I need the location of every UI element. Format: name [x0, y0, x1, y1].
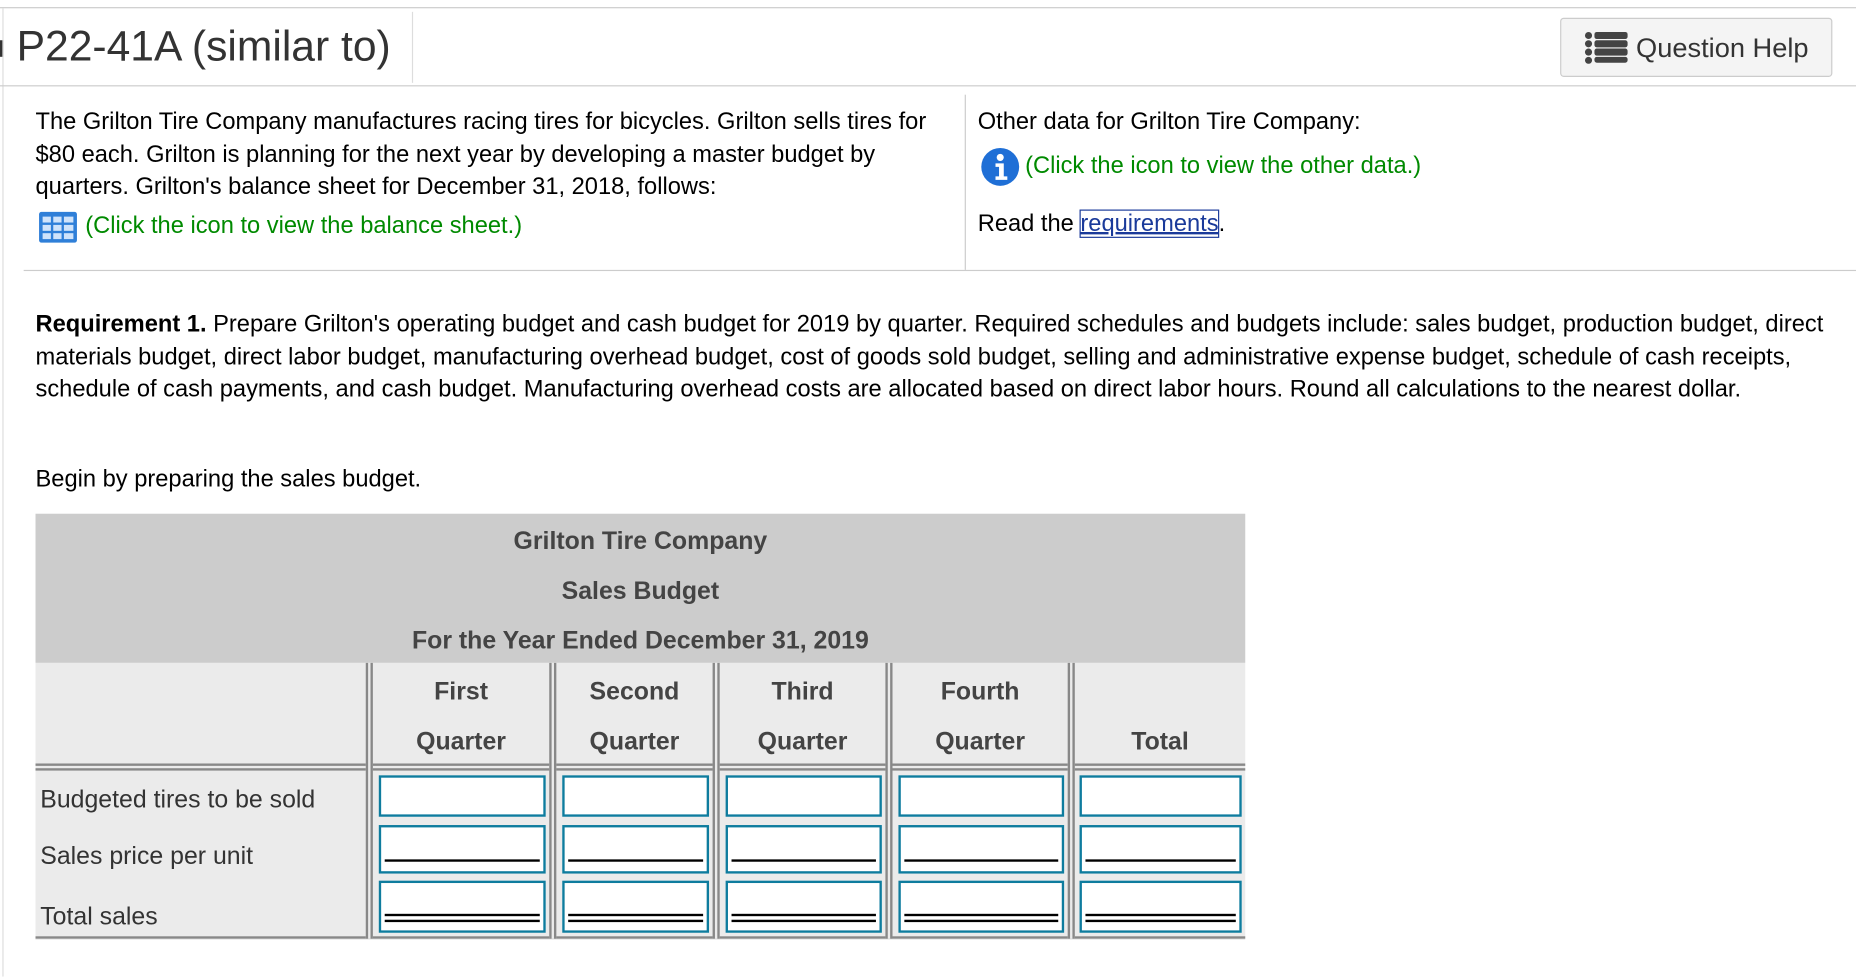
balance-sheet-link-text[interactable]: (Click the icon to view the balance shee… — [85, 211, 522, 244]
col-second-bottom: Quarter — [589, 727, 680, 756]
column-divider — [712, 662, 720, 939]
row-label-price: Sales price per unit — [40, 842, 254, 871]
col-total-bottom: Total — [1131, 727, 1189, 756]
col-fourth-bottom: Quarter — [935, 727, 1025, 756]
question-help-button[interactable]: Question Help — [1560, 17, 1833, 77]
col-first-bottom: Quarter — [416, 727, 506, 756]
input-tires-col1[interactable] — [378, 775, 546, 817]
table-grid-icon — [39, 211, 77, 243]
input-total-sales-col5[interactable] — [1079, 880, 1242, 933]
requirement-body: Prepare Grilton's operating budget and c… — [35, 311, 1824, 403]
column-divider — [365, 662, 373, 939]
input-price-col4[interactable] — [898, 825, 1065, 874]
other-data-label: Other data for Grilton Tire Company: — [977, 108, 1361, 135]
question-help-label: Question Help — [1636, 31, 1809, 63]
budget-name: Sales Budget — [561, 577, 720, 605]
input-tires-col4[interactable] — [898, 775, 1065, 817]
top-divider — [0, 7, 1856, 9]
intro-text: The Grilton Tire Company manufactures ra… — [35, 108, 927, 201]
list-icon — [1585, 31, 1628, 64]
page: P22-41A (similar to) Question Help The G… — [0, 0, 1856, 977]
row-label-total-sales: Total sales — [40, 903, 158, 931]
intro-bottom-divider — [23, 269, 1856, 272]
input-total-sales-col3[interactable] — [725, 880, 882, 933]
requirement-text: Requirement 1. Prepare Grilton's operati… — [36, 309, 1847, 407]
input-tires-col5[interactable] — [1079, 775, 1242, 817]
bottom-rule — [35, 936, 1246, 939]
header-divider — [0, 85, 1856, 87]
input-price-col2[interactable] — [562, 825, 710, 874]
budget-period: For the Year Ended December 31, 2019 — [411, 627, 869, 655]
input-total-sales-col4[interactable] — [898, 880, 1065, 933]
col-second-top: Second — [589, 678, 680, 706]
balance-sheet-link[interactable]: (Click the icon to view the balance shee… — [38, 211, 522, 244]
input-tires-col2[interactable] — [562, 775, 710, 817]
left-border — [2, 8, 4, 977]
input-price-col1[interactable] — [378, 825, 546, 874]
title-divider — [411, 11, 414, 83]
row-label-tires: Budgeted tires to be sold — [40, 785, 316, 814]
company-name: Grilton Tire Company — [513, 527, 768, 556]
input-price-col3[interactable] — [725, 825, 882, 874]
col-fourth-top: Fourth — [940, 678, 1020, 706]
col-third-bottom: Quarter — [757, 727, 848, 756]
input-total-sales-col2[interactable] — [562, 880, 710, 933]
read-requirements: Read the requirements. — [978, 208, 1225, 241]
read-prefix: Read the — [977, 210, 1081, 237]
other-data-link-text[interactable]: (Click the icon to view the other data.) — [1025, 151, 1421, 184]
input-total-sales-col1[interactable] — [378, 880, 546, 933]
col-first-top: First — [434, 678, 488, 706]
requirement-label: Requirement 1. — [35, 311, 207, 338]
page-title: P22-41A (similar to) — [16, 21, 391, 70]
info-icon — [981, 147, 1020, 186]
input-price-col5[interactable] — [1079, 825, 1242, 874]
column-divider — [885, 662, 893, 939]
intro-divider — [964, 94, 966, 270]
column-divider — [1067, 662, 1075, 939]
sales-budget-table: Grilton Tire Company Sales Budget For th… — [35, 513, 1246, 940]
column-divider — [549, 662, 557, 939]
requirements-link[interactable]: requirements — [1079, 209, 1220, 238]
col-third-top: Third — [771, 678, 834, 706]
input-tires-col3[interactable] — [725, 775, 882, 817]
begin-instruction: Begin by preparing the sales budget. — [35, 466, 422, 493]
read-suffix: . — [1218, 210, 1226, 237]
other-data-link[interactable]: (Click the icon to view the other data.) — [980, 147, 1421, 187]
header-rule — [35, 763, 1246, 771]
